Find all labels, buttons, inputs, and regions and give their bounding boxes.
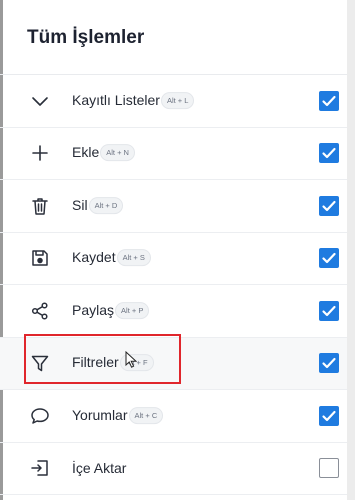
action-row-share[interactable]: Paylaş Alt + P [0, 285, 347, 338]
action-name: Kaydet [72, 249, 116, 266]
action-name: Ekle [72, 144, 100, 161]
action-checkbox[interactable] [319, 405, 339, 426]
shortcut-badge: Alt + D [88, 196, 124, 214]
trash-icon [29, 195, 51, 217]
action-checkbox[interactable] [319, 90, 339, 111]
action-label: Paylaş Alt + P [72, 301, 150, 320]
share-icon [29, 300, 51, 322]
action-row-comments[interactable]: Yorumlar Alt + C [0, 390, 347, 443]
action-name: İçe Aktar [72, 460, 127, 477]
action-name: Kayıtlı Listeler [72, 91, 160, 108]
panel-header: Tüm İşlemler [0, 0, 347, 75]
action-label: Yorumlar Alt + C [72, 406, 164, 425]
actions-list: Kayıtlı Listeler Alt + L Ekle Alt + N Sil A… [0, 75, 347, 495]
save-icon [29, 247, 51, 269]
mouse-cursor-icon [125, 351, 138, 368]
scrollbar-track[interactable] [347, 0, 355, 500]
action-label: Sil Alt + D [72, 196, 124, 215]
shortcut-badge: Alt + S [116, 249, 151, 267]
action-checkbox[interactable] [319, 353, 339, 374]
import-icon [29, 457, 51, 479]
action-row-import[interactable]: İçe Aktar [0, 443, 347, 495]
action-name: Filtreler [72, 354, 119, 371]
action-row-add[interactable]: Ekle Alt + N [0, 128, 347, 180]
action-label: Filtreler Alt + F [72, 354, 154, 372]
filter-icon [29, 352, 51, 374]
action-checkbox[interactable] [319, 143, 339, 164]
action-row-save[interactable]: Kaydet Alt + S [0, 233, 347, 285]
action-name: Paylaş [72, 301, 115, 318]
panel-title: Tüm İşlemler [27, 27, 145, 48]
action-checkbox[interactable] [319, 195, 339, 216]
action-row-delete[interactable]: Sil Alt + D [0, 180, 347, 233]
action-row-filters[interactable]: Filtreler Alt + F [0, 337, 347, 390]
action-name: Sil [72, 196, 88, 213]
action-row-saved-lists[interactable]: Kayıtlı Listeler Alt + L [0, 75, 347, 128]
comment-icon [29, 405, 51, 427]
action-label: İçe Aktar [72, 460, 126, 476]
shortcut-badge: Alt + L [160, 91, 195, 109]
chevron-down-icon [29, 90, 51, 112]
plus-icon [29, 142, 51, 164]
shortcut-badge: Alt + N [100, 144, 135, 162]
action-checkbox[interactable] [319, 458, 339, 479]
action-checkbox[interactable] [319, 248, 339, 269]
action-label: Ekle Alt + N [72, 144, 135, 162]
action-label: Kayıtlı Listeler Alt + L [72, 91, 195, 110]
action-name: Yorumlar [72, 406, 128, 423]
action-label: Kaydet Alt + S [72, 249, 151, 267]
shortcut-badge: Alt + C [128, 406, 164, 424]
shortcut-badge: Alt + P [115, 301, 150, 319]
action-checkbox[interactable] [319, 300, 339, 321]
